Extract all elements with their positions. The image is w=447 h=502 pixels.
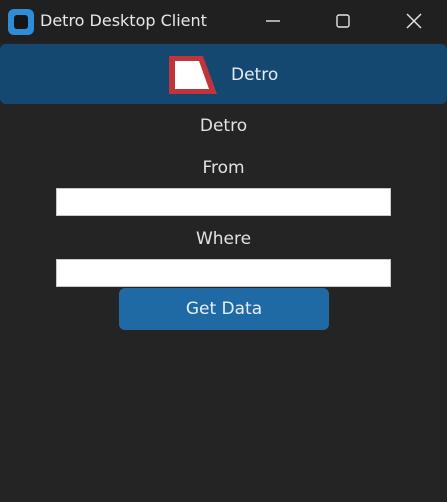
window-title: Detro Desktop Client: [40, 11, 207, 30]
get-data-button[interactable]: Get Data: [119, 288, 329, 330]
close-button[interactable]: [391, 0, 437, 43]
app-icon: [8, 9, 34, 35]
minimize-icon: [266, 20, 280, 22]
app-window: Detro Desktop Client Detro Detro From Wh…: [0, 0, 447, 502]
from-input[interactable]: [56, 188, 391, 216]
header-banner: Detro: [0, 44, 447, 104]
close-icon: [406, 13, 422, 29]
minimize-button[interactable]: [250, 0, 296, 43]
where-input[interactable]: [56, 259, 391, 287]
where-label: Where: [195, 229, 252, 249]
banner-title: Detro: [231, 65, 279, 85]
detro-logo: [169, 56, 217, 94]
title-bar[interactable]: Detro Desktop Client: [0, 0, 447, 43]
maximize-icon: [336, 14, 350, 28]
from-label: From: [202, 158, 245, 178]
maximize-button[interactable]: [320, 0, 366, 43]
app-name-label: Detro: [199, 116, 248, 136]
